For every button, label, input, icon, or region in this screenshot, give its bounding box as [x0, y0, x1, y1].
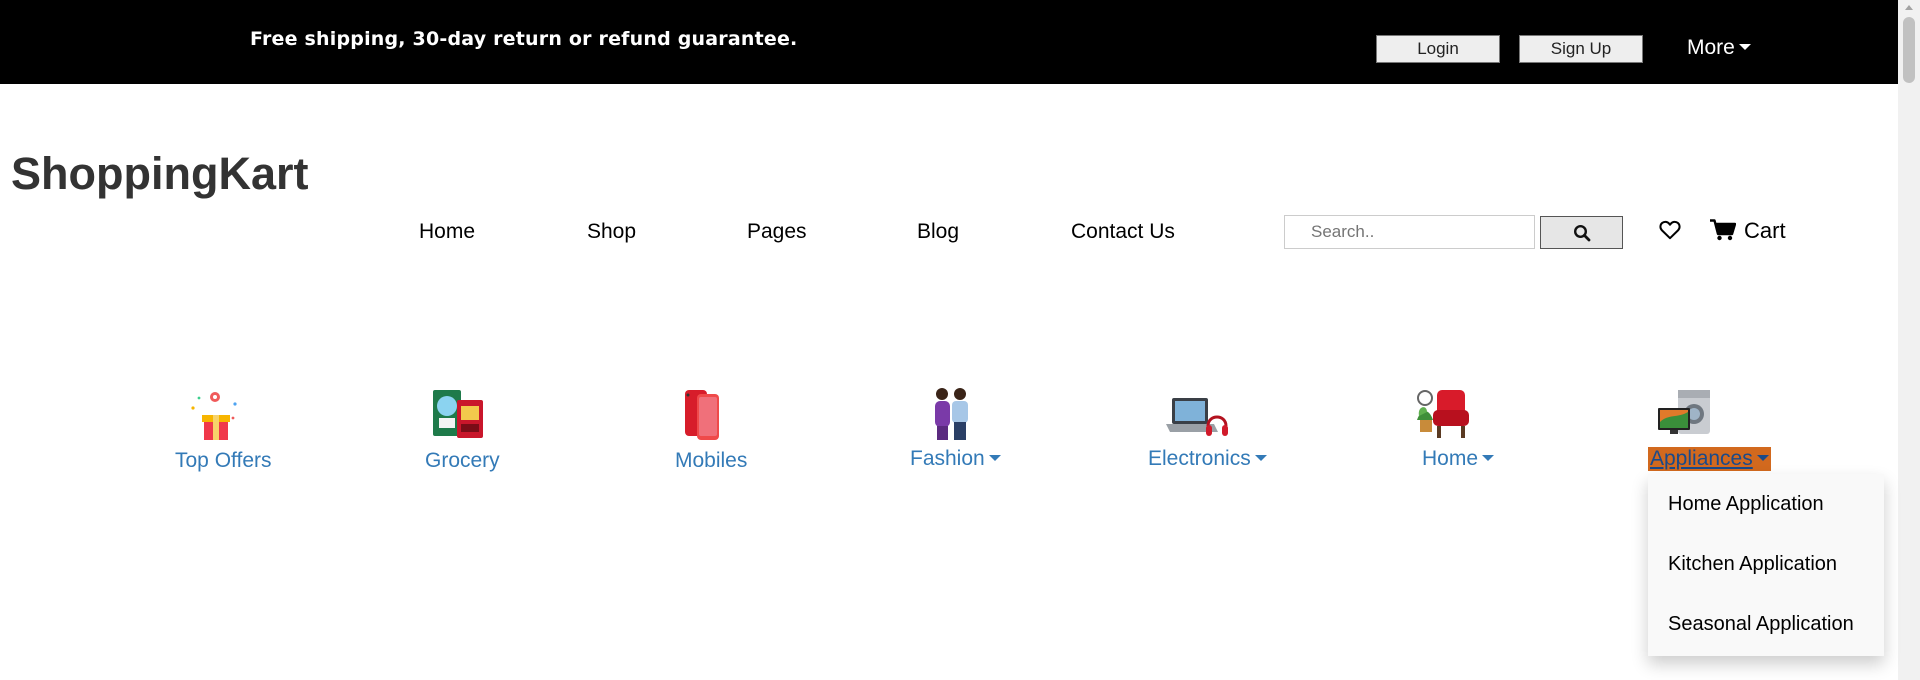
grocery-products-icon	[433, 390, 483, 438]
caret-down-icon	[1756, 454, 1769, 461]
search-icon	[1573, 224, 1591, 242]
login-button[interactable]: Login	[1376, 35, 1500, 63]
nav-contact-us[interactable]: Contact Us	[1071, 220, 1175, 244]
search-input[interactable]	[1284, 215, 1535, 249]
category-label: Mobiles	[675, 449, 748, 472]
caret-down-icon	[1254, 454, 1267, 461]
cart-link[interactable]: Cart	[1710, 218, 1786, 244]
caret-down-icon	[1738, 43, 1751, 50]
category-label: Electronics	[1148, 447, 1267, 471]
dropdown-item-home-application[interactable]: Home Application	[1668, 493, 1824, 516]
nav-shop[interactable]: Shop	[587, 220, 636, 244]
tv-washing-machine-icon	[1658, 390, 1710, 434]
top-announcement-bar: Free shipping, 30-day return or refund g…	[0, 0, 1898, 84]
category-label: Fashion	[910, 447, 1001, 471]
gift-box-icon	[191, 392, 237, 440]
promo-text: Free shipping, 30-day return or refund g…	[250, 28, 798, 50]
brand-logo[interactable]: ShoppingKart	[11, 148, 308, 200]
category-label: Home	[1422, 447, 1495, 471]
dropdown-item-seasonal-application[interactable]: Seasonal Application	[1668, 613, 1854, 636]
dropdown-item-kitchen-application[interactable]: Kitchen Application	[1668, 553, 1837, 576]
nav-blog[interactable]: Blog	[917, 220, 959, 244]
fashion-models-icon	[935, 388, 968, 440]
nav-pages[interactable]: Pages	[747, 220, 807, 244]
category-label: Grocery	[425, 449, 500, 472]
category-label: Appliances	[1648, 447, 1771, 471]
more-menu[interactable]: More	[1687, 36, 1751, 60]
laptop-headphones-icon	[1166, 398, 1228, 436]
shopping-cart-icon	[1710, 219, 1737, 241]
scroll-up-arrow-icon[interactable]	[1905, 5, 1913, 10]
cart-label: Cart	[1744, 218, 1786, 243]
search-button[interactable]	[1540, 216, 1623, 249]
armchair-plant-icon	[1417, 390, 1469, 438]
mobile-phone-icon	[685, 390, 719, 440]
appliances-dropdown-menu: Home Application Kitchen Application Sea…	[1648, 474, 1884, 656]
caret-down-icon	[1482, 454, 1495, 461]
scrollbar-thumb[interactable]	[1903, 17, 1915, 83]
vertical-scrollbar[interactable]	[1898, 0, 1920, 680]
more-label: More	[1687, 36, 1735, 59]
page: Free shipping, 30-day return or refund g…	[0, 0, 1920, 680]
category-label: Top Offers	[175, 449, 272, 472]
heart-outline-icon[interactable]	[1659, 220, 1681, 240]
caret-down-icon	[988, 454, 1001, 461]
nav-home[interactable]: Home	[419, 220, 475, 244]
signup-button[interactable]: Sign Up	[1519, 35, 1643, 63]
